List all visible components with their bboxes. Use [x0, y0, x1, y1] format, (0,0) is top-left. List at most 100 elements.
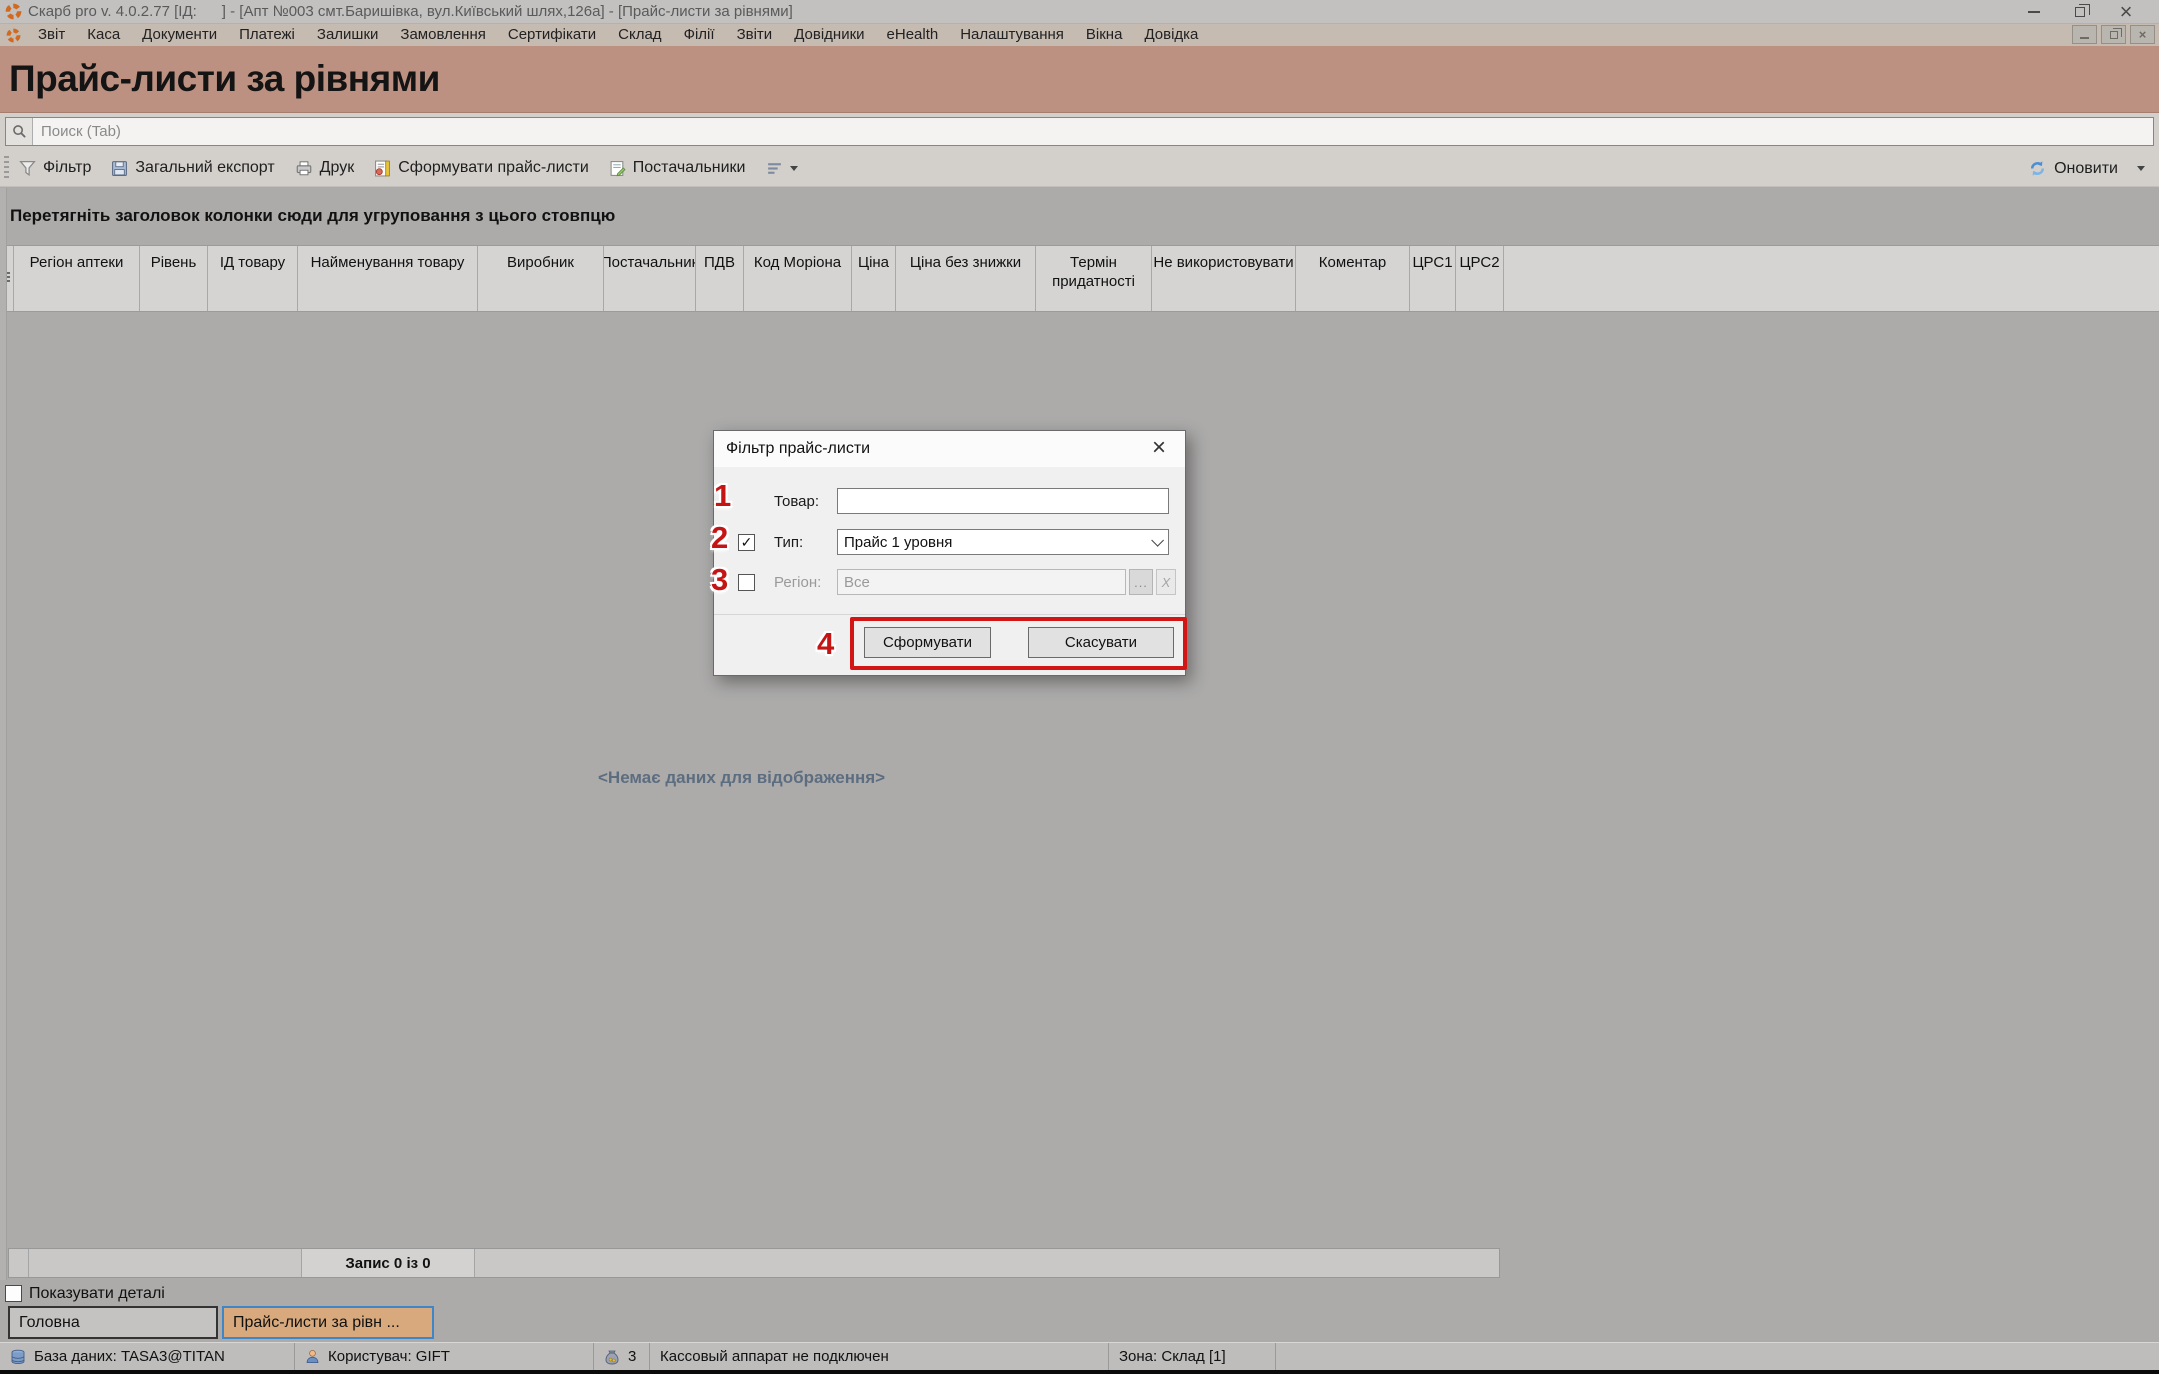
- menubar: Звіт Каса Документи Платежі Залишки Замо…: [0, 24, 2159, 46]
- annotation-2: 2: [711, 522, 728, 553]
- search-icon: [6, 118, 33, 145]
- sort-list-icon: [766, 160, 783, 177]
- filter-icon: [19, 160, 36, 177]
- column-header-tsrs2[interactable]: ЦРС2: [1456, 246, 1504, 311]
- product-label: Товар:: [774, 493, 819, 510]
- region-row: Регіон: ... X: [714, 569, 1185, 595]
- column-header-kod-moriona[interactable]: Код Моріона: [744, 246, 852, 311]
- window-title: Скарб pro v. 4.0.2.77 [ІД: ] - [Апт №003…: [28, 3, 793, 20]
- menu-item-dokumenty[interactable]: Документи: [131, 24, 228, 46]
- printer-icon: [295, 159, 313, 177]
- group-by-hint: Перетягніть заголовок колонки сюди для у…: [0, 188, 2159, 226]
- filter-button[interactable]: Фільтр: [9, 152, 101, 184]
- menu-item-sklad[interactable]: Склад: [607, 24, 672, 46]
- grid-empty-message: <Немає даних для відображення>: [598, 768, 885, 788]
- type-row: ✓ Тип: Прайс 1 уровня: [714, 529, 1185, 555]
- taskbar-edge: [0, 1370, 2159, 1374]
- search-row: [0, 113, 2159, 150]
- grid-column-headers: Регіон аптеки Рівень ІД товару Найменува…: [0, 245, 2159, 312]
- close-button[interactable]: ×: [2103, 0, 2149, 24]
- menu-item-dovidnyky[interactable]: Довідники: [783, 24, 875, 46]
- pricelist-icon: [374, 160, 391, 177]
- export-button[interactable]: Загальний експорт: [101, 152, 284, 184]
- suppliers-button[interactable]: Постачальники: [599, 152, 756, 184]
- menu-item-nalashtuvannia[interactable]: Налаштування: [949, 24, 1075, 46]
- group-by-drop-zone[interactable]: Перетягніть заголовок колонки сюди для у…: [0, 188, 2159, 245]
- filter-dialog-titlebar[interactable]: Фільтр прайс-листи: [714, 431, 1185, 467]
- region-clear-button[interactable]: X: [1156, 569, 1176, 595]
- column-header-tsina-bez-znyzhky[interactable]: Ціна без знижки: [896, 246, 1036, 311]
- sort-options-button[interactable]: [756, 152, 808, 184]
- chevron-down-icon: [1151, 534, 1164, 547]
- menu-item-platezhi[interactable]: Платежі: [228, 24, 306, 46]
- menu-item-kasa[interactable]: Каса: [76, 24, 131, 46]
- region-browse-button[interactable]: ...: [1129, 569, 1153, 595]
- column-header-ne-vykorystovuvaty[interactable]: Не використовувати: [1152, 246, 1296, 311]
- column-header-tsrs1[interactable]: ЦРС1: [1410, 246, 1456, 311]
- record-navigation-bar: Запис 0 із 0: [8, 1248, 1500, 1278]
- search-box[interactable]: [5, 117, 2154, 146]
- column-header-naimenuvannia-tovaru[interactable]: Найменування товару: [298, 246, 478, 311]
- column-header-komentar[interactable]: Коментар: [1296, 246, 1410, 311]
- column-header-id-tovaru[interactable]: ІД товару: [208, 246, 298, 311]
- generate-button[interactable]: Сформувати: [864, 627, 991, 658]
- region-input[interactable]: [837, 569, 1126, 595]
- restore-icon: [2075, 7, 2085, 17]
- app-logo-icon: [5, 3, 22, 20]
- menu-item-ehealth[interactable]: eHealth: [876, 24, 950, 46]
- record-bar-cell: [475, 1249, 1499, 1277]
- panel-left-edge: [0, 188, 7, 1280]
- money-bag-icon: [604, 1349, 620, 1365]
- annotation-3: 3: [711, 564, 728, 595]
- record-counter: Запис 0 із 0: [302, 1249, 475, 1277]
- generate-pricelists-button[interactable]: Сформувати прайс-листи: [364, 152, 599, 184]
- minimize-button[interactable]: [2011, 0, 2057, 24]
- status-cash-count: 3: [594, 1343, 650, 1370]
- menu-logo-icon: [6, 28, 21, 43]
- column-header-postachalnyk[interactable]: Постачальник: [604, 246, 696, 311]
- column-header-tsina[interactable]: Ціна: [852, 246, 896, 311]
- tab-holovna[interactable]: Головна: [8, 1306, 218, 1339]
- menu-item-zalyshky[interactable]: Залишки: [306, 24, 390, 46]
- mdi-restore-button[interactable]: [2101, 25, 2126, 44]
- menu-item-vikna[interactable]: Вікна: [1075, 24, 1134, 46]
- menu-item-zvity[interactable]: Звіти: [726, 24, 784, 46]
- show-details-checkbox[interactable]: [5, 1285, 22, 1302]
- menu-item-zvit[interactable]: Звіт: [27, 24, 76, 46]
- status-user: Користувач: GIFT: [295, 1343, 594, 1370]
- dialog-close-button[interactable]: ×: [1139, 433, 1179, 463]
- refresh-button[interactable]: Оновити: [2018, 153, 2128, 185]
- region-checkbox[interactable]: [738, 574, 755, 591]
- record-bar-cell: [29, 1249, 302, 1277]
- status-cash-register: Кассовый аппарат не подключен: [650, 1343, 1109, 1370]
- column-header-termin-prydatnosti[interactable]: Термін придатності: [1036, 246, 1152, 311]
- page-title: Прайс-листи за рівнями: [0, 58, 440, 100]
- search-input[interactable]: [33, 118, 2153, 145]
- column-header-vyrobnyk[interactable]: Виробник: [478, 246, 604, 311]
- column-header-region-apteky[interactable]: Регіон аптеки: [14, 246, 140, 311]
- menu-item-sertyfikaty[interactable]: Сертифікати: [497, 24, 607, 46]
- user-icon: [305, 1349, 320, 1364]
- tab-price-lists[interactable]: Прайс-листи за рівн ...: [222, 1306, 434, 1339]
- page-header: Прайс-листи за рівнями: [0, 46, 2159, 113]
- print-button[interactable]: Друк: [285, 152, 365, 184]
- type-label: Тип:: [774, 534, 803, 551]
- menu-item-filii[interactable]: Філії: [673, 24, 726, 46]
- restore-button[interactable]: [2057, 0, 2103, 24]
- toolbar: Фільтр Загальний експорт Друк Сформувати…: [0, 150, 2159, 187]
- type-dropdown-value: Прайс 1 уровня: [844, 534, 952, 551]
- product-input[interactable]: [837, 488, 1169, 514]
- type-checkbox[interactable]: ✓: [738, 534, 755, 551]
- bottom-tabs: Головна Прайс-листи за рівн ...: [0, 1306, 2159, 1340]
- type-dropdown[interactable]: Прайс 1 уровня: [837, 529, 1169, 555]
- refresh-caret-icon[interactable]: [2137, 166, 2145, 171]
- database-icon: [10, 1349, 26, 1365]
- filter-dialog: Фільтр прайс-листи × Товар: ✓ Тип: Прайс…: [713, 430, 1186, 676]
- column-header-pdv[interactable]: ПДВ: [696, 246, 744, 311]
- menu-item-zamovlennia[interactable]: Замовлення: [389, 24, 496, 46]
- mdi-close-button[interactable]: ×: [2130, 25, 2155, 44]
- mdi-minimize-button[interactable]: [2072, 25, 2097, 44]
- menu-item-dovidka[interactable]: Довідка: [1133, 24, 1209, 46]
- column-header-riven[interactable]: Рівень: [140, 246, 208, 311]
- cancel-button[interactable]: Скасувати: [1028, 627, 1174, 658]
